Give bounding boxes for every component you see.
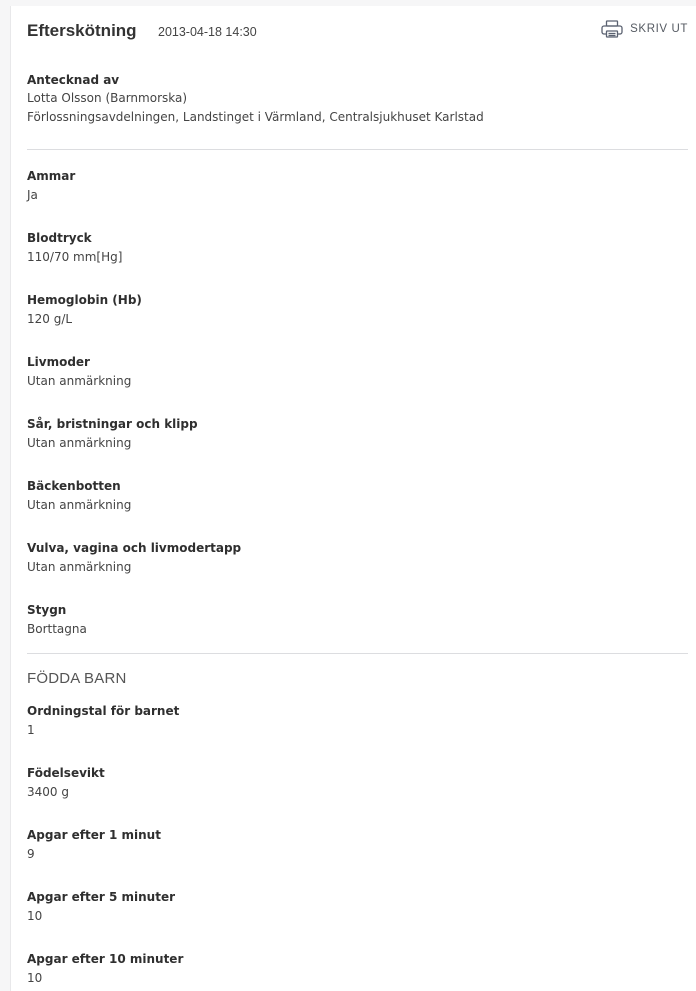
field-value: 3400 g — [27, 785, 69, 799]
born-children-section: FÖDDA BARN Ordningstal för barnet 1 Födels… — [11, 654, 696, 988]
field-item: Vulva, vagina och livmodertapp Utan anmär… — [27, 540, 680, 577]
field-item: Bäckenbotten Utan anmärkning — [27, 478, 680, 515]
field-item: Blodtryck 110/70 mm[Hg] — [27, 230, 680, 267]
field-value: Utan anmärkning — [27, 374, 132, 388]
print-button[interactable]: SKRIV UT — [601, 20, 688, 38]
field-value: 1 — [27, 723, 35, 737]
field-value: 110/70 mm[Hg] — [27, 250, 123, 264]
field-label: Apgar efter 5 minuter — [27, 890, 176, 904]
field-label: Blodtryck — [27, 231, 92, 245]
journal-entry-card: Efterskötning 2013-04-18 14:30 SKRIV UT … — [10, 6, 696, 991]
field-item: Stygn Borttagna — [27, 602, 680, 639]
field-item: Ammar Ja — [27, 168, 680, 205]
field-item: Hemoglobin (Hb) 120 g/L — [27, 292, 680, 329]
field-value: Utan anmärkning — [27, 436, 132, 450]
author-unit: Förlossningsavdelningen, Landstinget i V… — [27, 110, 484, 124]
author-label: Antecknad av — [27, 73, 120, 87]
field-label: Sår, bristningar och klipp — [27, 417, 198, 431]
field-item: Födelsevikt 3400 g — [27, 765, 680, 802]
field-value: 9 — [27, 847, 35, 861]
field-value: Borttagna — [27, 622, 87, 636]
field-label: Vulva, vagina och livmodertapp — [27, 541, 242, 555]
field-value: Utan anmärkning — [27, 560, 132, 574]
field-label: Apgar efter 10 minuter — [27, 952, 184, 966]
author-name: Lotta Olsson (Barnmorska) — [27, 91, 188, 105]
field-label: Livmoder — [27, 355, 90, 369]
entry-datetime: 2013-04-18 14:30 — [158, 25, 257, 39]
field-label: Ammar — [27, 169, 76, 183]
entry-header: Efterskötning 2013-04-18 14:30 SKRIV UT — [11, 6, 696, 54]
field-value: Ja — [27, 188, 38, 202]
field-item: Apgar efter 1 minut 9 — [27, 827, 680, 864]
field-item: Ordningstal för barnet 1 — [27, 703, 680, 740]
author-section: Antecknad av Lotta Olsson (Barnmorska) F… — [11, 54, 696, 149]
field-label: Stygn — [27, 603, 67, 617]
field-label: Födelsevikt — [27, 766, 105, 780]
born-children-title: FÖDDA BARN — [27, 670, 127, 687]
field-item: Livmoder Utan anmärkning — [27, 354, 680, 391]
field-label: Bäckenbotten — [27, 479, 121, 493]
field-value: 10 — [27, 909, 43, 923]
field-label: Apgar efter 1 minut — [27, 828, 161, 842]
field-item: Apgar efter 10 minuter 10 — [27, 951, 680, 988]
field-item: Apgar efter 5 minuter 10 — [27, 889, 680, 926]
printer-icon — [601, 20, 623, 38]
entry-title: Efterskötning — [27, 21, 137, 40]
observations-section: Ammar Ja Blodtryck 110/70 mm[Hg] Hemoglobin … — [11, 150, 696, 653]
field-item: Sår, bristningar och klipp Utan anmärknin… — [27, 416, 680, 453]
field-value: 10 — [27, 971, 43, 985]
born-children-fields: Ordningstal för barnet 1 Födelsevikt 3400 g… — [27, 687, 680, 988]
print-label: SKRIV UT — [630, 23, 688, 35]
field-value: 120 g/L — [27, 312, 73, 326]
field-label: Ordningstal för barnet — [27, 704, 180, 718]
field-value: Utan anmärkning — [27, 498, 132, 512]
field-label: Hemoglobin (Hb) — [27, 293, 142, 307]
